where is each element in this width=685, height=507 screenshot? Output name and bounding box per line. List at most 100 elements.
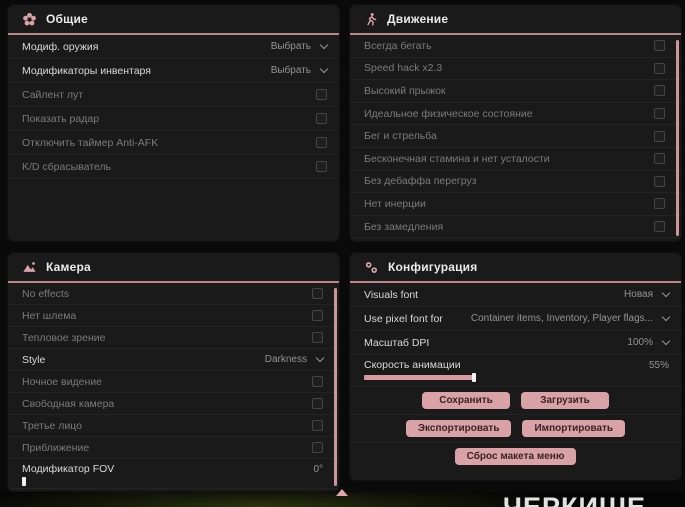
setting-row-checkbox[interactable]: Тепловое зрение bbox=[8, 327, 339, 349]
setting-row-checkbox[interactable]: Свободная камера bbox=[8, 393, 339, 415]
setting-row-content: Бег и стрельба bbox=[364, 130, 665, 142]
button-row: Сохранить Загрузить bbox=[350, 387, 681, 415]
checkbox[interactable] bbox=[654, 40, 665, 52]
setting-row-content: Speed hack x2.3 bbox=[364, 62, 665, 74]
setting-label: K/D сбрасыватель bbox=[22, 160, 112, 173]
setting-row-content: Модиф. оружия Выбрать bbox=[22, 40, 329, 53]
dropdown-control[interactable]: 100% bbox=[627, 336, 671, 348]
setting-label: No effects bbox=[22, 287, 70, 300]
setting-label: Сайлент лут bbox=[22, 88, 84, 101]
chevron-down-icon bbox=[661, 336, 671, 346]
setting-row-checkbox[interactable]: No effects bbox=[8, 283, 339, 305]
setting-row-checkbox[interactable]: Высокий прыжок bbox=[350, 80, 681, 103]
setting-row-checkbox[interactable]: Идеальное физическое состояние bbox=[350, 103, 681, 126]
image-icon bbox=[22, 260, 37, 274]
checkbox[interactable] bbox=[654, 62, 665, 74]
setting-label: Показать радар bbox=[22, 112, 100, 125]
setting-row-checkbox[interactable]: Приближение bbox=[8, 437, 339, 459]
setting-row-checkbox[interactable]: Speed hack x2.3 bbox=[350, 58, 681, 81]
action-button[interactable]: Сохранить bbox=[422, 392, 510, 409]
setting-label: Тепловое зрение bbox=[22, 331, 106, 344]
setting-row-content: Показать радар bbox=[22, 113, 327, 125]
setting-row-checkbox[interactable]: Отключить таймер Anti-AFK bbox=[8, 131, 339, 155]
dropdown-control[interactable]: Новая bbox=[624, 288, 671, 300]
setting-row-content: Масштаб DPI 100% bbox=[364, 336, 671, 349]
setting-row-checkbox[interactable]: Нет инерции bbox=[350, 193, 681, 216]
setting-row-checkbox[interactable]: Показать радар bbox=[8, 107, 339, 131]
setting-row-content: No effects bbox=[22, 288, 323, 300]
setting-row-content: Тепловое зрение bbox=[22, 332, 323, 344]
slider-handle[interactable] bbox=[22, 477, 26, 486]
setting-label: Ночное видение bbox=[22, 375, 102, 388]
setting-row-content: Модификаторы инвентаря Выбрать bbox=[22, 64, 329, 77]
scrollbar[interactable] bbox=[334, 288, 337, 486]
watermark-text: ЧЕРКИШЕ bbox=[503, 492, 647, 507]
checkbox[interactable] bbox=[312, 442, 323, 453]
scrollbar[interactable] bbox=[676, 40, 679, 236]
setting-row-checkbox[interactable]: K/D сбрасыватель bbox=[8, 155, 339, 179]
setting-row-dropdown[interactable]: Модификаторы инвентаря Выбрать bbox=[8, 59, 339, 83]
setting-row-checkbox[interactable]: Третье лицо bbox=[8, 415, 339, 437]
checkbox[interactable] bbox=[654, 108, 665, 120]
setting-row-content: Приближение bbox=[22, 442, 323, 454]
checkbox[interactable] bbox=[654, 198, 665, 210]
setting-row-dropdown[interactable]: Style Darkness bbox=[8, 349, 339, 371]
checkbox[interactable] bbox=[312, 310, 323, 321]
slider-track[interactable] bbox=[364, 373, 564, 382]
setting-label: Бесконечная стамина и нет усталости bbox=[364, 152, 550, 165]
checkbox[interactable] bbox=[312, 398, 323, 409]
checkbox[interactable] bbox=[312, 332, 323, 343]
setting-row-checkbox[interactable]: Без дебаффа перегруз bbox=[350, 171, 681, 194]
checkbox[interactable] bbox=[312, 376, 323, 387]
setting-label: Высокий прыжок bbox=[364, 84, 446, 97]
setting-row-checkbox[interactable]: Всегда бегать bbox=[350, 35, 681, 58]
slider-handle[interactable] bbox=[472, 373, 476, 382]
dropdown-control[interactable]: Container items, Inventory, Player flags… bbox=[471, 312, 671, 324]
panel-header: Движение bbox=[350, 5, 681, 35]
action-button[interactable]: Сброс макета меню bbox=[454, 448, 577, 465]
setting-row-dropdown[interactable]: Модиф. оружия Выбрать bbox=[8, 35, 339, 59]
checkbox[interactable] bbox=[316, 89, 327, 100]
setting-row-dropdown[interactable]: Use pixel font for Container items, Inven… bbox=[350, 307, 681, 331]
setting-row-content: Третье лицо bbox=[22, 420, 323, 432]
checkbox[interactable] bbox=[312, 288, 323, 299]
setting-row-slider[interactable]: Модификатор FOV 0° bbox=[8, 459, 339, 489]
setting-label: Без дебаффа перегруз bbox=[364, 175, 477, 188]
chevron-down-icon bbox=[319, 40, 329, 50]
setting-label: Модиф. оружия bbox=[22, 40, 99, 53]
setting-row-checkbox[interactable]: Ночное видение bbox=[8, 371, 339, 393]
setting-row-content: K/D сбрасыватель bbox=[22, 161, 327, 173]
setting-row-dropdown[interactable]: Масштаб DPI 100% bbox=[350, 331, 681, 355]
checkbox[interactable] bbox=[654, 85, 665, 97]
dropdown-control[interactable]: Darkness bbox=[264, 353, 325, 365]
dropdown-control[interactable]: Выбрать bbox=[271, 64, 329, 76]
chevron-down-icon bbox=[315, 353, 325, 363]
setting-row-content: Идеальное физическое состояние bbox=[364, 108, 665, 120]
checkbox[interactable] bbox=[654, 175, 665, 187]
checkbox[interactable] bbox=[312, 420, 323, 431]
checkbox[interactable] bbox=[316, 113, 327, 124]
checkbox[interactable] bbox=[654, 221, 665, 233]
panel-header: Общие bbox=[8, 5, 339, 35]
setting-row-checkbox[interactable]: Бесконечная стамина и нет усталости bbox=[350, 148, 681, 171]
setting-row-checkbox[interactable]: Сайлент лут bbox=[8, 83, 339, 107]
setting-row-content: Высокий прыжок bbox=[364, 85, 665, 97]
slider-track[interactable] bbox=[22, 477, 222, 486]
checkbox[interactable] bbox=[316, 161, 327, 172]
setting-row-dropdown[interactable]: Visuals font Новая bbox=[350, 283, 681, 307]
action-button[interactable]: Загрузить bbox=[521, 392, 609, 409]
setting-label: Speed hack x2.3 bbox=[364, 62, 443, 75]
action-button[interactable]: Экспортировать bbox=[405, 420, 512, 437]
setting-label: Масштаб DPI bbox=[364, 336, 430, 349]
dropdown-value: Darkness bbox=[264, 354, 307, 365]
setting-row-checkbox[interactable]: Нет шлема bbox=[8, 305, 339, 327]
dropdown-control[interactable]: Выбрать bbox=[271, 40, 329, 52]
setting-row-checkbox[interactable]: Бег и стрельба bbox=[350, 125, 681, 148]
setting-label: Идеальное физическое состояние bbox=[364, 107, 533, 120]
checkbox[interactable] bbox=[654, 130, 665, 142]
checkbox[interactable] bbox=[316, 137, 327, 148]
setting-row-slider[interactable]: Скорость анимации 55% bbox=[350, 355, 681, 387]
setting-row-checkbox[interactable]: Без замедления bbox=[350, 216, 681, 239]
action-button[interactable]: Импортировать bbox=[522, 420, 626, 437]
checkbox[interactable] bbox=[654, 153, 665, 165]
